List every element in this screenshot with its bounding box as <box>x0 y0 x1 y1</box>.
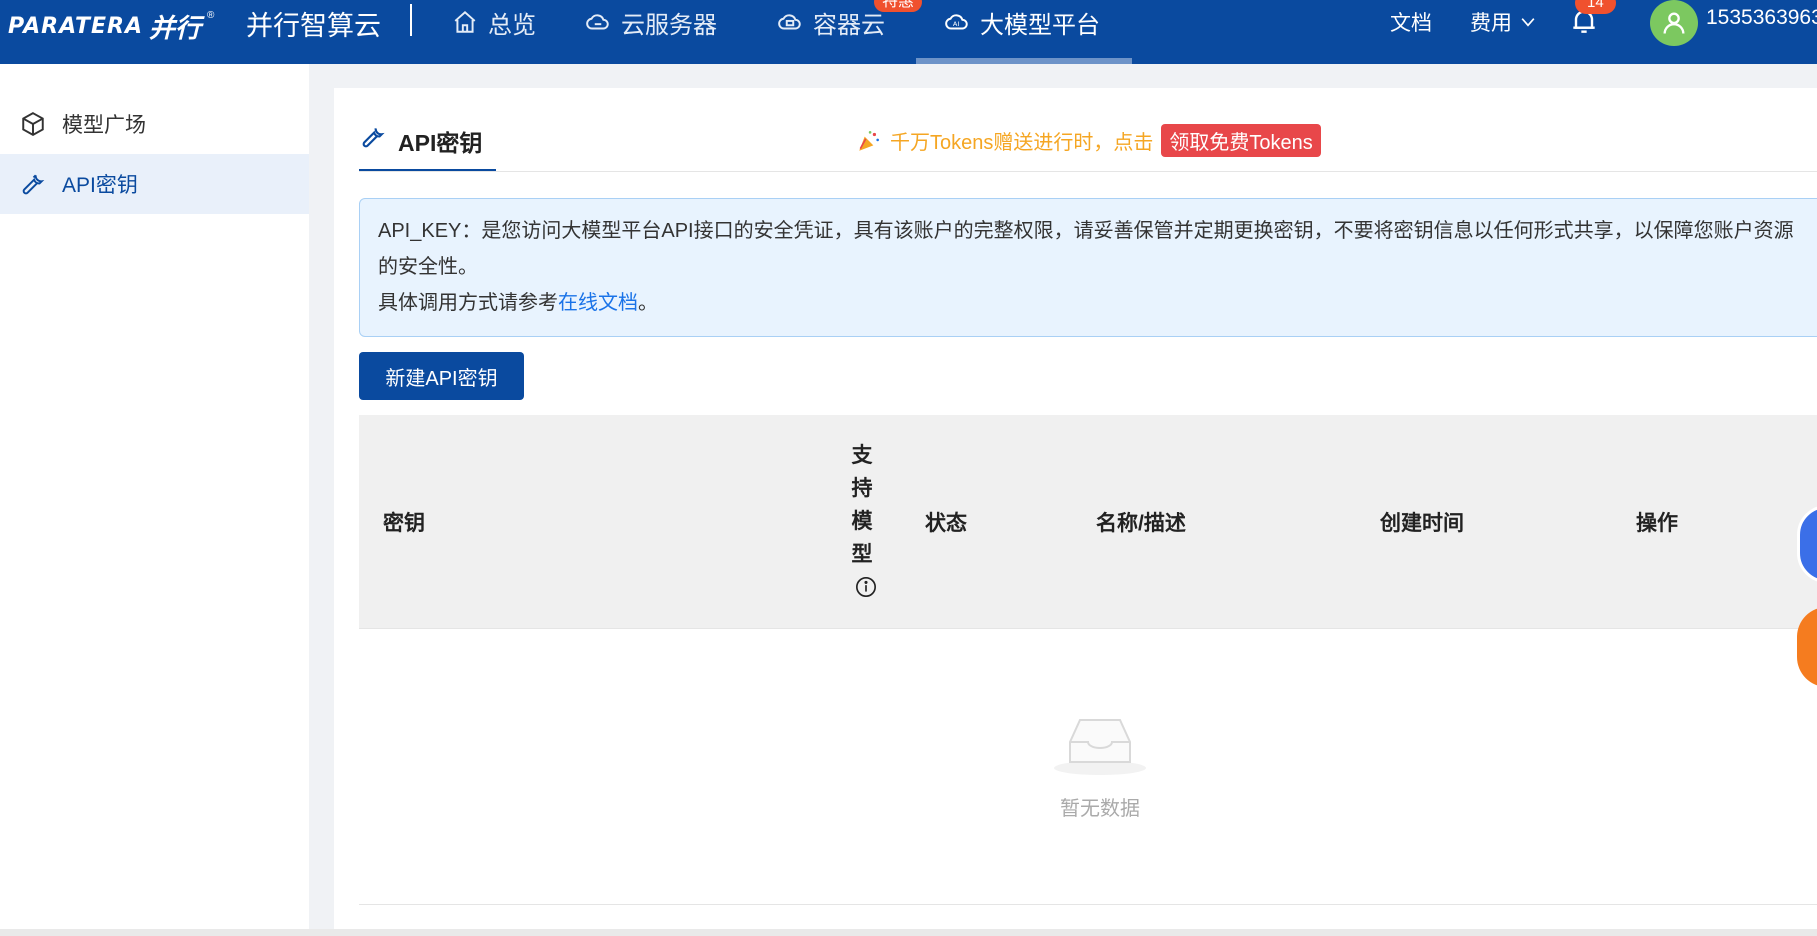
promo-text: 千万Tokens赠送进行时，点击 <box>890 132 1154 154</box>
tab-api-keys[interactable]: API密钥 <box>360 124 482 172</box>
info-icon[interactable] <box>855 576 877 598</box>
wrench-icon <box>362 128 385 148</box>
fees-dropdown[interactable]: 费用 <box>1470 4 1538 40</box>
empty-text: 暂无数据 <box>1060 798 1140 820</box>
home-icon <box>454 10 476 33</box>
sidebar-item-api-keys[interactable]: API密钥 <box>0 154 309 214</box>
cloud-server-icon <box>586 14 609 30</box>
logo-text-en: PARATERA <box>8 14 143 39</box>
user-icon <box>1663 12 1685 34</box>
nav-label-overview: 总览 <box>488 11 536 39</box>
nav-label-cloud-server: 云服务器 <box>621 11 717 39</box>
logo-text-cn: 并行 <box>149 13 202 43</box>
nav-active-indicator <box>916 58 1132 64</box>
nav-item-overview[interactable]: 总览 <box>452 2 536 42</box>
tab-divider <box>359 171 1817 172</box>
chevron-down-icon <box>1521 18 1535 27</box>
claim-tokens-button[interactable]: 领取免费Tokens <box>1161 124 1321 157</box>
column-header-created-time: 创建时间 <box>1380 512 1464 535</box>
ai-cloud-icon: AI <box>945 14 968 30</box>
nav-label-llm-platform: 大模型平台 <box>980 11 1100 39</box>
sidebar-item-model-square[interactable]: 模型广场 <box>0 94 309 154</box>
header-char: 持 <box>851 477 873 500</box>
party-popper-icon <box>859 130 879 151</box>
username[interactable]: 1535363963 <box>1706 6 1817 30</box>
column-header-supported-models: 支 持 模 型 <box>848 439 876 571</box>
empty-inbox-icon <box>1054 719 1146 775</box>
cube-icon <box>22 112 44 136</box>
sidebar: 模型广场 API密钥 <box>0 64 309 936</box>
column-header-name-desc: 名称/描述 <box>1096 512 1186 535</box>
horizontal-scrollbar[interactable] <box>0 929 1817 936</box>
promo-banner: 千万Tokens赠送进行时，点击 领取免费Tokens <box>856 124 1321 157</box>
header-char: 支 <box>851 444 873 467</box>
header-char: 模 <box>851 510 873 533</box>
notification-count: 14 <box>1575 0 1616 14</box>
wrench-icon <box>22 174 45 195</box>
column-header-actions: 操作 <box>1636 512 1678 535</box>
nav-item-container-cloud[interactable]: 容器云 <box>777 2 885 42</box>
online-docs-link[interactable]: 在线文档 <box>558 292 638 314</box>
tab-label: API密钥 <box>398 130 483 156</box>
promo-badge: 特惠 <box>874 0 923 12</box>
column-header-status: 状态 <box>925 512 967 535</box>
header-char: 型 <box>851 543 873 566</box>
avatar[interactable] <box>1650 0 1698 46</box>
empty-state: 暂无数据 <box>1050 712 1150 821</box>
notice-line-1: API_KEY：是您访问大模型平台API接口的安全凭证，具有该账户的完整权限，请… <box>378 220 1794 278</box>
top-navbar: PARATERA 并行 ® 并行智算云 总览 云服务器 容器云 特惠 AI 大模… <box>0 0 1817 64</box>
api-key-notice: API_KEY：是您访问大模型平台API接口的安全凭证，具有该账户的完整权限，请… <box>359 198 1817 337</box>
notice-suffix: 。 <box>638 292 658 314</box>
new-api-key-button[interactable]: 新建API密钥 <box>359 352 524 400</box>
table-header: 密钥 支 持 模 型 状态 名称/描述 创建时间 操作 <box>359 415 1817 629</box>
nav-label-container-cloud: 容器云 <box>813 11 885 39</box>
header-divider <box>410 4 412 36</box>
svg-text:AI: AI <box>953 20 959 28</box>
sidebar-label-model-square: 模型广场 <box>62 114 146 137</box>
notice-line-2: 具体调用方式请参考在线文档。 <box>378 285 1810 321</box>
column-header-key: 密钥 <box>383 512 425 535</box>
nav-item-cloud-server[interactable]: 云服务器 <box>585 2 717 42</box>
notice-prefix: 具体调用方式请参考 <box>378 292 558 314</box>
product-name: 并行智算云 <box>246 11 381 41</box>
docs-label: 文档 <box>1390 12 1432 35</box>
table-bottom-border <box>359 904 1817 905</box>
fees-label: 费用 <box>1470 12 1512 35</box>
container-cloud-icon <box>778 14 801 30</box>
docs-link[interactable]: 文档 <box>1390 4 1432 40</box>
registered-mark: ® <box>207 10 215 21</box>
nav-item-llm-platform[interactable]: AI 大模型平台 <box>944 2 1100 42</box>
sidebar-label-api-keys: API密钥 <box>62 174 138 197</box>
brand-logo[interactable]: PARATERA 并行 ® <box>8 8 214 45</box>
